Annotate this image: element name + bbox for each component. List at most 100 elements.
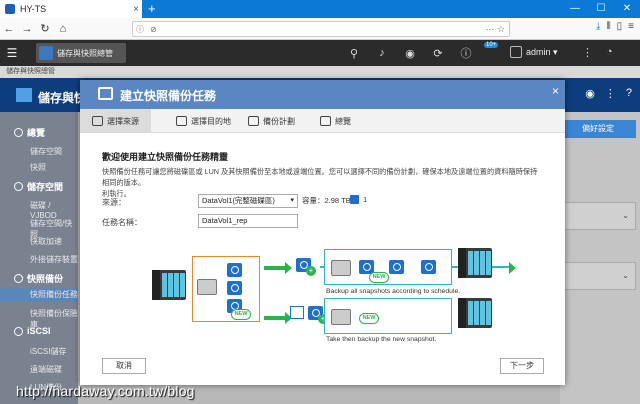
step-select-destination: 選擇目的地	[176, 109, 231, 133]
tab-close-icon[interactable]: ×	[130, 4, 142, 15]
sidebar-item[interactable]: 外接儲存裝置	[30, 254, 78, 265]
app-sidebar: 總覽 儲存空間 快照 儲存空間 磁碟 / VJBOD 儲存空間/快照 快取加速 …	[0, 112, 78, 404]
background-tasks-icon[interactable]: ◉	[396, 47, 424, 60]
sidebar-group-label: iSCSI	[27, 326, 51, 336]
volume-icon[interactable]: ♪	[368, 47, 396, 59]
sidebar-group-storage[interactable]: 儲存空間	[14, 180, 63, 193]
volume-disk-icon	[197, 279, 217, 295]
tab-title: HY-TS	[20, 4, 47, 14]
expand-row[interactable]: ⌄	[560, 262, 636, 290]
snapshot-icon	[227, 281, 242, 295]
task-name-input[interactable]: DataVol1_rep	[198, 214, 298, 228]
library-icon[interactable]: ⫴	[606, 21, 610, 32]
app-taskbar-item[interactable]: 儲存與快照總管	[36, 43, 126, 63]
close-icon[interactable]: ×	[552, 84, 559, 98]
minimize-button[interactable]: —	[562, 0, 588, 18]
browser-tab[interactable]: HY-TS ×	[0, 0, 142, 18]
snapshot-backup-icon	[14, 274, 23, 283]
snapshot-count: 1	[363, 195, 368, 204]
browser-tools: ⤓ ⫴ ▯ ≡	[596, 21, 634, 32]
next-button[interactable]: 下一步	[500, 358, 544, 374]
destination-disk-icon	[331, 309, 351, 325]
snapshot-backup-icon	[98, 87, 113, 100]
intro-line: 快照備份任務可讓您將磁碟區或 LUN 及其快照備份至本地或遠端位置。您可以選擇不…	[102, 167, 538, 187]
app-header-icons: ◉ ⋮ ?	[585, 87, 632, 100]
sidebar-item[interactable]: 遠端磁碟	[30, 364, 62, 375]
page-actions-icon[interactable]: ··· ☆	[485, 24, 505, 35]
cancel-button[interactable]: 取消	[102, 358, 146, 374]
dashboard-icon[interactable]: ◔	[606, 46, 613, 58]
browser-navbar: ← → ↻ ⌂ ⓘ ⊘ ··· ☆ ⤓ ⫴ ▯ ≡	[0, 18, 640, 40]
destination-nas-icon	[458, 298, 492, 328]
caption-scheduled: Backup all snapshots according to schedu…	[326, 288, 461, 295]
sidebar-group-label: 快照備份	[27, 274, 64, 284]
reload-icon[interactable]: ↻	[36, 22, 54, 35]
schedule-step-icon	[248, 116, 259, 126]
new-tab-button[interactable]: +	[148, 0, 156, 18]
sidebar-item[interactable]: 快照	[30, 162, 46, 173]
dialog-header: 建立快照備份任務 ×	[80, 80, 565, 109]
qts-tray: ⚲ ♪ ◉ ⟳ ⓘ	[340, 40, 480, 66]
app-tab-label: 儲存與快照總管	[57, 48, 113, 58]
refresh-icon[interactable]: ◉	[585, 87, 595, 100]
sidebar-group-overview[interactable]: 總覽	[14, 126, 45, 139]
snapshot-icon	[389, 260, 404, 274]
sidebar-item-active[interactable]: 快照備份任務	[0, 288, 78, 302]
source-nas-icon	[152, 270, 186, 300]
source-label: 來源：	[102, 198, 126, 207]
sync-icon[interactable]: ⟳	[424, 47, 452, 60]
dialog-title: 建立快照備份任務	[120, 89, 217, 103]
main-menu-icon[interactable]: ☰	[0, 46, 24, 60]
sidebar-group-iscsi[interactable]: iSCSI	[14, 326, 51, 336]
close-window-button[interactable]: ✕	[614, 0, 640, 18]
browser-tabstrip: HY-TS × + — ☐ ✕	[0, 0, 640, 18]
sidebar-item[interactable]: 快取加速	[30, 236, 62, 247]
notification-badge: 10+	[484, 42, 499, 48]
storage-icon	[14, 182, 23, 191]
qts-topbar: ☰ 儲存與快照總管 ⚲ ♪ ◉ ⟳ ⓘ 10+ admin ▾ ⋮ ◔	[0, 40, 640, 66]
step-label: 備份計劃	[263, 116, 295, 126]
back-icon[interactable]: ←	[0, 23, 18, 35]
home-icon[interactable]: ⌂	[54, 23, 72, 35]
address-bar[interactable]: ⓘ ⊘ ··· ☆	[132, 21, 510, 37]
user-menu[interactable]: admin ▾	[510, 46, 558, 58]
help-icon[interactable]: ?	[626, 87, 632, 100]
step-label: 選擇來源	[107, 116, 139, 126]
destination-new-snapshot-box: NEW	[324, 298, 452, 334]
source-step-icon	[92, 116, 103, 126]
forward-icon[interactable]: →	[18, 23, 36, 35]
info-icon[interactable]: ⓘ	[136, 24, 144, 35]
sidebar-icon[interactable]: ▯	[617, 21, 623, 32]
watermark-text: http://hardaway.com.tw/blog	[16, 383, 195, 399]
new-snapshot-badge: NEW	[369, 272, 389, 283]
notification-icon[interactable]: ⓘ	[452, 45, 480, 61]
source-select[interactable]: DataVol1(完整磁碟區) ▾	[198, 194, 298, 208]
search-icon[interactable]: ⚲	[340, 47, 368, 60]
sidebar-group-label: 儲存空間	[27, 182, 64, 192]
destination-step-icon	[176, 116, 187, 126]
wizard-intro-title: 歡迎使用建立快照備份任務精靈	[102, 152, 229, 162]
step-summary: 總覽	[320, 109, 351, 133]
user-name: admin ▾	[526, 46, 558, 57]
more-icon[interactable]: ⋮	[605, 87, 616, 100]
download-icon[interactable]: ⤓	[596, 21, 600, 32]
preferences-button[interactable]: 偏好設定	[560, 120, 636, 138]
sidebar-item[interactable]: 磁碟 / VJBOD	[30, 200, 78, 220]
chevron-down-icon: ▾	[290, 197, 294, 204]
maximize-button[interactable]: ☐	[588, 0, 614, 18]
menu-icon[interactable]: ≡	[628, 21, 634, 32]
blocked-camera-icon[interactable]: ⊘	[150, 25, 157, 34]
sidebar-item[interactable]: 儲存空間	[30, 146, 62, 157]
user-avatar-icon	[510, 46, 522, 58]
destination-nas-icon	[458, 248, 492, 278]
step-label: 總覽	[335, 116, 351, 126]
app-content-right: 偏好設定 ⌄ ⌄	[560, 112, 640, 404]
options-icon[interactable]: ⋮	[582, 46, 593, 59]
calendar-icon	[290, 306, 304, 319]
wizard-steps: 選擇來源 選擇目的地 備份計劃 總覽	[80, 109, 565, 133]
expand-row[interactable]: ⌄	[560, 202, 636, 230]
overview-icon	[14, 128, 23, 137]
sidebar-group-snapshot-backup[interactable]: 快照備份	[14, 272, 63, 285]
arrow-right-icon	[264, 312, 292, 324]
sidebar-item[interactable]: iSCSI儲存	[30, 346, 66, 357]
